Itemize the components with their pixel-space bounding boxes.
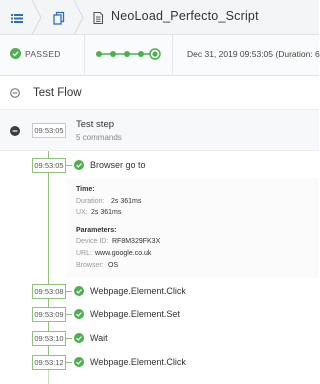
timeline-connector: [66, 338, 72, 339]
timeline-connector: [66, 165, 72, 166]
details-parameters-label: Parameters:: [76, 227, 117, 234]
ux-key: UX:: [76, 209, 88, 216]
execution-date: Dec 31, 2019 09:53:05 (Duration: 6s: [187, 49, 320, 59]
progress-dot: [138, 51, 144, 57]
success-check-icon: [74, 333, 84, 343]
progress-dot: [96, 51, 102, 57]
list-icon: [11, 14, 23, 23]
breadcrumb-item-copy[interactable]: [44, 0, 76, 35]
status-bar: PASSED Dec 31, 2019 09:53:05 (Duration: …: [0, 35, 320, 76]
command-timestamp: 09:53:05: [32, 158, 66, 173]
status-badge: PASSED: [25, 49, 61, 59]
divider: [172, 35, 173, 75]
ux-value: 2s 361ms: [91, 209, 122, 216]
test-flow-header[interactable]: Test Flow: [0, 76, 319, 110]
command-timestamp: 09:53:08: [32, 284, 66, 299]
browser-value: OS: [108, 262, 119, 269]
timeline-connector: [66, 291, 72, 292]
copy-icon: [53, 11, 65, 25]
duration-key: Duration:: [76, 198, 105, 205]
device-id-value: RF8M329FK3X: [112, 238, 161, 245]
command-timestamp: 09:53:12: [32, 355, 66, 370]
browser-key: Browser:: [76, 262, 104, 269]
command-row[interactable]: 09:53:09 Webpage.Element.Set: [0, 304, 319, 326]
command-row[interactable]: 09:53:08 Webpage.Element.Click: [0, 281, 319, 303]
command-name: Wait: [90, 333, 108, 343]
device-id-key: Device ID:: [76, 238, 109, 245]
step-command-count: 5 commands: [76, 133, 122, 142]
divider: [84, 35, 85, 75]
test-step-row[interactable]: 09:53:05 Test step 5 commands: [0, 110, 319, 151]
url-value: www.google.co.uk: [95, 250, 152, 257]
script-title[interactable]: NeoLoad_Perfecto_Script: [111, 9, 259, 23]
success-check-icon: [74, 357, 84, 367]
details-time-label: Time:: [76, 186, 95, 193]
url-key: URL:: [76, 250, 92, 257]
collapse-icon[interactable]: [10, 126, 20, 136]
command-name: Webpage.Element.Click: [90, 286, 186, 296]
progress-dot: [124, 51, 130, 57]
passed-check-icon: [10, 48, 21, 59]
progress-timeline[interactable]: [95, 47, 161, 61]
step-name: Test step: [76, 119, 115, 130]
command-timestamp: 09:53:10: [32, 331, 66, 346]
command-row[interactable]: 09:53:05 Browser go to: [0, 155, 319, 177]
breadcrumb-separator: [74, 0, 84, 35]
breadcrumb-item-list[interactable]: [0, 0, 32, 35]
command-timestamp: 09:53:09: [32, 307, 66, 322]
timeline-connector: [66, 362, 72, 363]
test-flow-title: Test Flow: [33, 87, 82, 99]
command-name: Browser go to: [90, 160, 146, 170]
progress-dot: [110, 51, 116, 57]
command-name: Webpage.Element.Click: [90, 357, 186, 367]
breadcrumb-separator: [32, 0, 42, 35]
command-name: Webpage.Element.Set: [90, 309, 180, 319]
command-row[interactable]: 09:53:12 Webpage.Element.Click: [0, 352, 319, 374]
duration-value: 2s 361ms: [111, 198, 142, 205]
command-row[interactable]: 09:53:10 Wait: [0, 328, 319, 350]
collapse-icon[interactable]: [10, 88, 20, 98]
success-check-icon: [74, 286, 84, 296]
timeline-connector: [66, 314, 72, 315]
step-timestamp: 09:53:05: [32, 123, 66, 138]
success-check-icon: [74, 160, 84, 170]
breadcrumb: NeoLoad_Perfecto_Script: [0, 0, 319, 35]
document-icon: [93, 11, 104, 25]
success-check-icon: [74, 309, 84, 319]
